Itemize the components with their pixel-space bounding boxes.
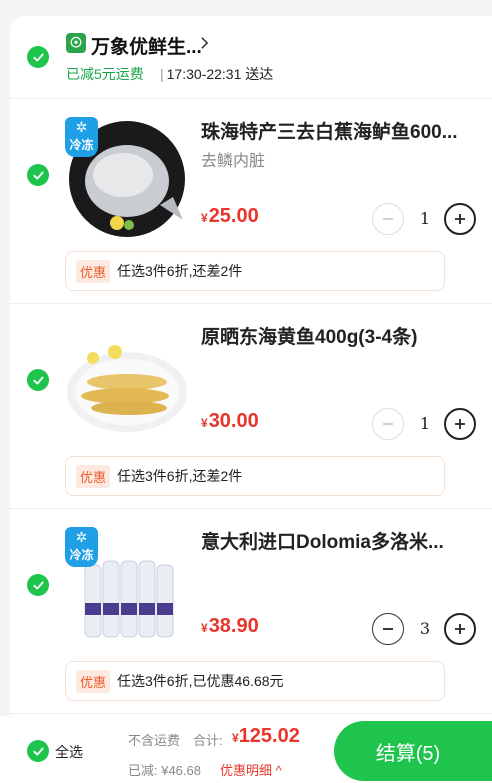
- checkout-bar: 全选 不含运费 合计: ¥125.02 已减: ¥46.68 优惠明细 ^ 结算…: [0, 716, 492, 783]
- product-image[interactable]: [65, 320, 190, 445]
- cart-item: 原晒东海黄鱼400g(3-4条) ¥30.00 1 优惠 任选3件6折,还差2件: [10, 304, 492, 509]
- price-value: 25.00: [208, 205, 259, 227]
- increase-quantity-button[interactable]: [444, 203, 476, 235]
- price-currency: ¥: [201, 621, 208, 635]
- product-price: ¥30.00: [201, 410, 259, 433]
- product-title[interactable]: 意大利进口Dolomia多洛米...: [201, 527, 486, 554]
- discount-detail-link[interactable]: 优惠明细 ^: [220, 760, 282, 779]
- product-image[interactable]: ✲ 冷冻: [65, 525, 190, 650]
- snowflake-icon: ✲: [75, 119, 88, 135]
- frozen-badge: ✲ 冷冻: [65, 527, 98, 567]
- check-icon: [32, 171, 44, 179]
- promotion-bar[interactable]: 优惠 任选3件6折,还差2件: [65, 456, 445, 496]
- frozen-label: 冷冻: [69, 138, 94, 152]
- promotion-tag: 优惠: [76, 464, 111, 488]
- discount-amount: 已减: ¥46.68: [128, 763, 201, 778]
- increase-quantity-button[interactable]: [444, 408, 476, 440]
- cart-item: ✲ 冷冻 意大利进口Dolomia多洛米... ¥38.90 3 优惠 任选3件…: [10, 509, 492, 714]
- increase-quantity-button[interactable]: [444, 613, 476, 645]
- store-header: 万象优鲜生... 已减5元运费 | 17:30-22:31 送达: [10, 16, 492, 98]
- delivery-time: | 17:30-22:31 送达: [160, 64, 273, 84]
- product-price: ¥38.90: [201, 615, 259, 638]
- decrease-quantity-button[interactable]: [372, 203, 404, 235]
- promotion-text: 任选3件6折,还差2件: [117, 468, 243, 484]
- check-icon: [32, 53, 44, 61]
- check-icon: [32, 581, 44, 589]
- store-name[interactable]: 万象优鲜生...: [91, 32, 202, 59]
- plus-icon: [455, 214, 465, 224]
- promotion-bar[interactable]: 优惠 任选3件6折,已优惠46.68元: [65, 661, 445, 701]
- item-select-checkbox[interactable]: [27, 574, 49, 596]
- checkout-button[interactable]: 结算(5): [334, 721, 492, 781]
- product-title[interactable]: 原晒东海黄鱼400g(3-4条): [201, 322, 486, 349]
- quantity-value[interactable]: 3: [410, 619, 440, 638]
- product-price: ¥25.00: [201, 205, 259, 228]
- decrease-quantity-button[interactable]: [372, 613, 404, 645]
- total-amount: ¥125.02: [232, 725, 300, 748]
- total-value: 125.02: [238, 725, 300, 747]
- cart-item: ✲ 冷冻 珠海特产三去白蕉海鲈鱼600... 去鳞内脏 ¥25.00 1 优惠 …: [10, 99, 492, 304]
- plus-icon: [455, 419, 465, 429]
- select-all-label[interactable]: 全选: [55, 742, 83, 762]
- product-spec: 去鳞内脏: [201, 153, 266, 170]
- store-logo-icon: [66, 33, 86, 53]
- promotion-text: 任选3件6折,已优惠46.68元: [117, 673, 284, 689]
- quantity-value[interactable]: 1: [410, 414, 440, 433]
- price-value: 30.00: [208, 410, 259, 432]
- total-currency: ¥: [232, 731, 239, 745]
- minus-icon: [383, 218, 393, 220]
- promotion-text: 任选3件6折,还差2件: [117, 263, 243, 279]
- check-icon: [32, 747, 44, 755]
- shipping-note: 不含运费: [128, 733, 181, 748]
- delivery-time-text: 17:30-22:31 送达: [166, 66, 274, 82]
- quantity-value[interactable]: 1: [410, 209, 440, 228]
- minus-icon: [383, 423, 393, 425]
- product-image[interactable]: ✲ 冷冻: [65, 115, 190, 240]
- price-value: 38.90: [208, 615, 259, 637]
- price-currency: ¥: [201, 211, 208, 225]
- check-icon: [32, 376, 44, 384]
- cart-store-card: 万象优鲜生... 已减5元运费 | 17:30-22:31 送达 ✲ 冷冻 珠海…: [10, 16, 492, 716]
- item-select-checkbox[interactable]: [27, 369, 49, 391]
- delivery-separator: |: [160, 66, 164, 82]
- total-label: 合计:: [193, 733, 223, 748]
- decrease-quantity-button[interactable]: [372, 408, 404, 440]
- minus-icon: [383, 628, 393, 630]
- price-currency: ¥: [201, 416, 208, 430]
- frozen-badge: ✲ 冷冻: [65, 117, 98, 157]
- shipping-promo: 已减5元运费: [66, 66, 144, 82]
- promotion-tag: 优惠: [76, 669, 111, 693]
- select-all-checkbox[interactable]: [27, 740, 49, 762]
- frozen-label: 冷冻: [69, 548, 94, 562]
- promotion-tag: 优惠: [76, 259, 111, 283]
- promotion-bar[interactable]: 优惠 任选3件6折,还差2件: [65, 251, 445, 291]
- product-title[interactable]: 珠海特产三去白蕉海鲈鱼600...: [201, 117, 486, 144]
- snowflake-icon: ✲: [75, 529, 88, 545]
- divider: [10, 713, 492, 714]
- plus-icon: [455, 624, 465, 634]
- chevron-right-icon[interactable]: [200, 34, 209, 55]
- store-select-checkbox[interactable]: [27, 46, 49, 68]
- item-select-checkbox[interactable]: [27, 164, 49, 186]
